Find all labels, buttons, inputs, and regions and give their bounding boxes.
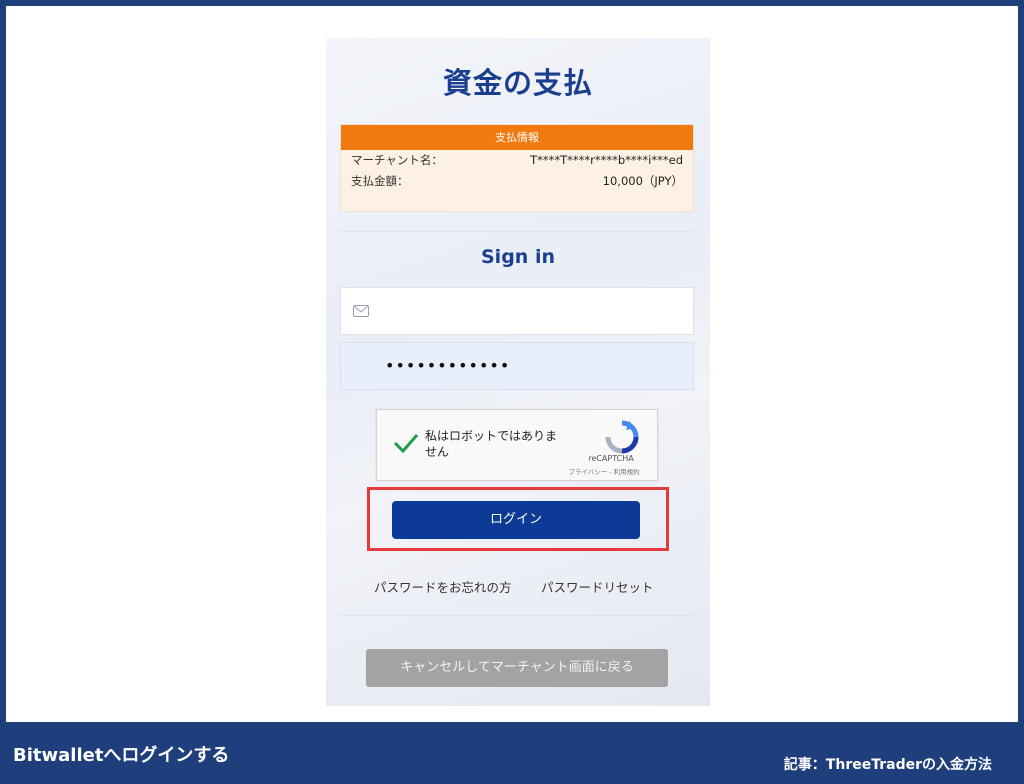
- password-reset-link[interactable]: パスワードリセット: [541, 577, 654, 596]
- merchant-value: T****T****r****b****i***ed: [530, 153, 683, 167]
- caption-article: 記事：ThreeTraderの入金方法: [783, 757, 992, 773]
- merchant-label: マーチャント名：: [351, 153, 443, 167]
- recaptcha-brand: reCAPTCHA: [588, 454, 634, 463]
- amount-row: 支払金額： 10,000（JPY）: [341, 171, 693, 192]
- caption-title: Bitwalletへログインする: [13, 745, 230, 766]
- amount-value: 10,000（JPY）: [602, 174, 683, 188]
- password-field[interactable]: ••••••••••••: [340, 342, 694, 390]
- checkmark-icon[interactable]: [393, 432, 419, 454]
- forgot-password-link[interactable]: パスワードをお忘れの方: [374, 577, 512, 596]
- merchant-row: マーチャント名： T****T****r****b****i***ed: [341, 150, 693, 171]
- login-button[interactable]: ログイン: [392, 501, 640, 539]
- recaptcha-logo-icon: [605, 420, 639, 454]
- cancel-button[interactable]: キャンセルしてマーチャント画面に戻る: [366, 649, 668, 687]
- envelope-icon: [353, 305, 369, 317]
- screenshot-frame: 資金の支払 支払情報 マーチャント名： T****T****r****b****…: [6, 6, 1018, 722]
- recaptcha-label: 私はロボットではありません: [425, 429, 558, 459]
- amount-label: 支払金額：: [351, 174, 409, 188]
- recaptcha-links[interactable]: プライバシー - 利用規約: [559, 466, 649, 476]
- payment-login-panel: 資金の支払 支払情報 マーチャント名： T****T****r****b****…: [326, 38, 710, 706]
- section-divider: [340, 231, 694, 232]
- page-title: 資金の支払: [442, 66, 593, 100]
- email-field[interactable]: [340, 287, 694, 335]
- signin-title: Sign in: [481, 246, 555, 268]
- payment-info-header: 支払情報: [341, 125, 693, 150]
- recaptcha-widget[interactable]: 私はロボットではありません reCAPTCHA プライバシー - 利用規約: [376, 409, 658, 481]
- payment-info-box: 支払情報 マーチャント名： T****T****r****b****i***ed…: [340, 124, 694, 212]
- footer-divider: [340, 615, 694, 616]
